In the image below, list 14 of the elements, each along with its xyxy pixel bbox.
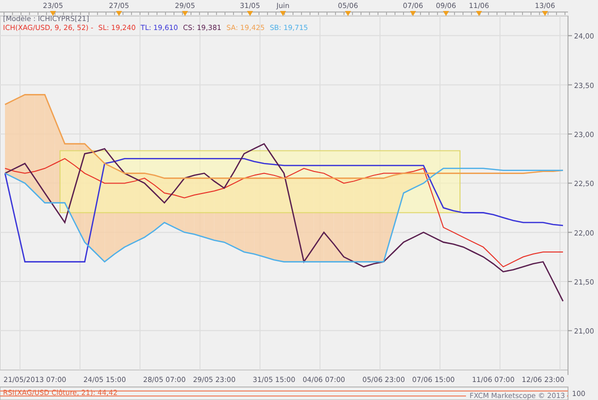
marker-triangle-icon xyxy=(247,11,253,16)
cloud-segment xyxy=(224,178,234,248)
marker-triangle-icon xyxy=(280,11,286,16)
marker-triangle-icon xyxy=(345,11,351,16)
marker-triangle-icon xyxy=(182,11,188,16)
cloud-segment xyxy=(214,178,224,242)
marker-triangle-icon xyxy=(476,11,482,16)
cloud-segment xyxy=(154,175,164,230)
marker-triangle-icon xyxy=(50,11,56,16)
marker-triangle-icon xyxy=(542,11,548,16)
cloud-segment xyxy=(134,173,144,242)
marker-triangle-icon xyxy=(410,11,416,16)
marker-triangle-icon xyxy=(443,11,449,16)
marker-triangle-icon xyxy=(116,11,122,16)
